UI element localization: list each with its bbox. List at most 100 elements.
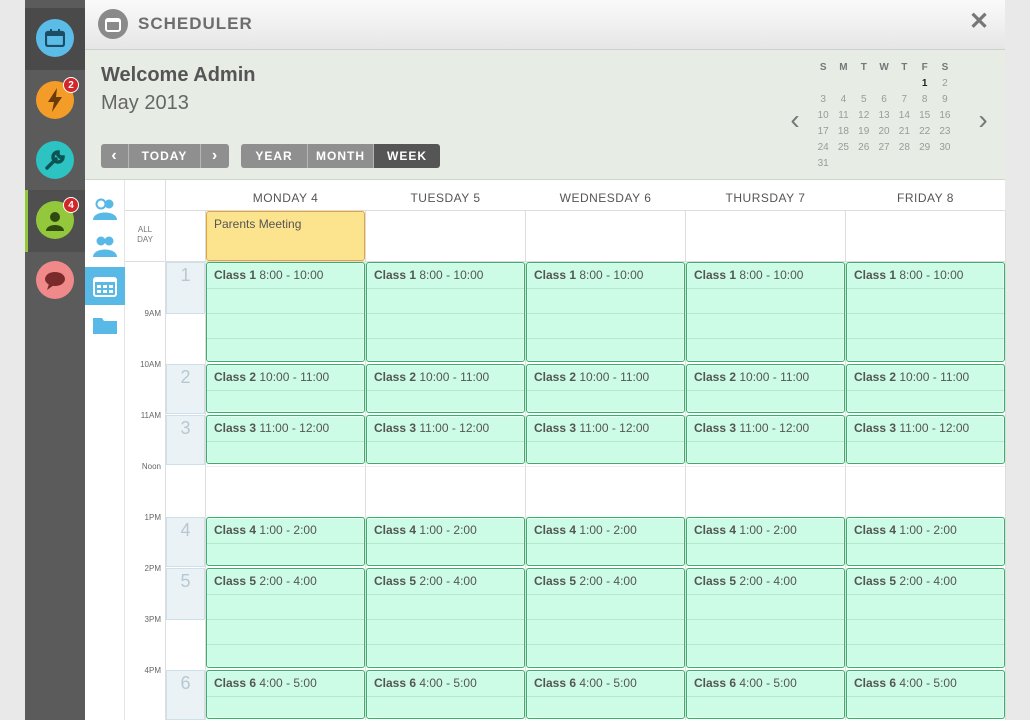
today-button[interactable]: TODAY bbox=[129, 144, 201, 168]
class-event[interactable]: Class 2 10:00 - 11:00 bbox=[366, 364, 525, 413]
event-slot-line bbox=[207, 644, 364, 645]
class-event[interactable]: Class 4 1:00 - 2:00 bbox=[206, 517, 365, 566]
prev-week-button[interactable]: ‹ bbox=[101, 144, 129, 168]
class-event[interactable]: Class 5 2:00 - 4:00 bbox=[526, 568, 685, 668]
folder-icon[interactable] bbox=[85, 306, 125, 344]
wrench-icon bbox=[36, 141, 74, 179]
mini-cal-day[interactable]: 20 bbox=[874, 124, 894, 140]
event-slot-line bbox=[367, 644, 524, 645]
class-event[interactable]: Class 1 8:00 - 10:00 bbox=[366, 262, 525, 362]
mini-cal-day[interactable]: 22 bbox=[914, 124, 934, 140]
class-event[interactable]: Class 4 1:00 - 2:00 bbox=[366, 517, 525, 566]
class-event[interactable]: Class 3 11:00 - 12:00 bbox=[366, 415, 525, 464]
mini-cal-day[interactable]: 3 bbox=[813, 92, 833, 108]
class-event[interactable]: Class 6 4:00 - 5:00 bbox=[686, 670, 845, 719]
mini-cal-day[interactable]: 30 bbox=[935, 140, 955, 156]
class-event[interactable]: Class 2 10:00 - 11:00 bbox=[206, 364, 365, 413]
class-event[interactable]: Class 3 11:00 - 12:00 bbox=[846, 415, 1005, 464]
rail-item-calendar[interactable] bbox=[25, 8, 85, 70]
next-week-button[interactable]: › bbox=[201, 144, 229, 168]
mini-cal-day[interactable]: 7 bbox=[894, 92, 914, 108]
event-slot-line bbox=[527, 338, 684, 339]
class-event[interactable]: Class 1 8:00 - 10:00 bbox=[846, 262, 1005, 362]
class-event[interactable]: Class 5 2:00 - 4:00 bbox=[846, 568, 1005, 668]
users-badge: 4 bbox=[63, 197, 79, 213]
mini-cal-day[interactable]: 25 bbox=[833, 140, 853, 156]
mini-cal-day[interactable]: 2 bbox=[935, 76, 955, 92]
mini-cal-day[interactable]: 26 bbox=[854, 140, 874, 156]
teacher-group-icon[interactable] bbox=[85, 227, 125, 265]
mini-cal-day[interactable]: 8 bbox=[914, 92, 934, 108]
mini-cal-next-icon[interactable]: › bbox=[973, 104, 993, 136]
class-event[interactable]: Class 2 10:00 - 11:00 bbox=[846, 364, 1005, 413]
rail-item-users[interactable]: 4 bbox=[25, 190, 85, 252]
mini-cal-day[interactable]: 31 bbox=[813, 156, 833, 172]
class-event[interactable]: Class 4 1:00 - 2:00 bbox=[846, 517, 1005, 566]
mini-cal-day[interactable]: 15 bbox=[914, 108, 934, 124]
class-event[interactable]: Class 6 4:00 - 5:00 bbox=[526, 670, 685, 719]
mini-cal-week-row: 3456789 bbox=[813, 92, 965, 108]
hour-line bbox=[205, 466, 1005, 467]
rail-item-chat[interactable] bbox=[25, 250, 85, 312]
event-slot-line bbox=[367, 695, 524, 697]
mini-cal-day[interactable]: 10 bbox=[813, 108, 833, 124]
rail-item-tools[interactable] bbox=[25, 130, 85, 192]
class-time: 11:00 - 12:00 bbox=[579, 421, 650, 435]
class-event[interactable]: Class 1 8:00 - 10:00 bbox=[686, 262, 845, 362]
day-header[interactable]: MONDAY 4 bbox=[206, 191, 365, 205]
mini-cal-day[interactable]: 27 bbox=[874, 140, 894, 156]
rail-item-alerts[interactable]: 2 bbox=[25, 70, 85, 132]
mini-cal-day[interactable]: 29 bbox=[914, 140, 934, 156]
class-event[interactable]: Class 1 8:00 - 10:00 bbox=[526, 262, 685, 362]
mini-cal-prev-icon[interactable]: ‹ bbox=[785, 104, 805, 136]
class-event[interactable]: Class 6 4:00 - 5:00 bbox=[846, 670, 1005, 719]
class-event[interactable]: Class 2 10:00 - 11:00 bbox=[686, 364, 845, 413]
mini-cal-day[interactable]: 19 bbox=[854, 124, 874, 140]
class-name: Class 1 bbox=[214, 268, 257, 282]
month-view-button[interactable]: MONTH bbox=[308, 144, 374, 168]
mini-cal-day[interactable]: 24 bbox=[813, 140, 833, 156]
all-day-event[interactable]: Parents Meeting bbox=[206, 211, 365, 261]
mini-cal-day[interactable]: 23 bbox=[935, 124, 955, 140]
day-header[interactable]: WEDNESDAY 6 bbox=[526, 191, 685, 205]
class-event[interactable]: Class 1 8:00 - 10:00 bbox=[206, 262, 365, 362]
mini-cal-day[interactable]: 1 bbox=[914, 76, 934, 92]
mini-cal-day[interactable]: 4 bbox=[833, 92, 853, 108]
close-icon[interactable]: ✕ bbox=[967, 10, 991, 34]
mini-cal-day[interactable]: 13 bbox=[874, 108, 894, 124]
class-event[interactable]: Class 2 10:00 - 11:00 bbox=[526, 364, 685, 413]
day-header[interactable]: THURSDAY 7 bbox=[686, 191, 845, 205]
class-event[interactable]: Class 5 2:00 - 4:00 bbox=[366, 568, 525, 668]
class-event[interactable]: Class 5 2:00 - 4:00 bbox=[206, 568, 365, 668]
mini-cal-day[interactable]: 12 bbox=[854, 108, 874, 124]
class-event[interactable]: Class 3 11:00 - 12:00 bbox=[686, 415, 845, 464]
mini-cal-day[interactable]: 18 bbox=[833, 124, 853, 140]
calendar-grid-icon[interactable] bbox=[85, 267, 125, 305]
event-slot-line bbox=[847, 542, 1004, 544]
class-event[interactable]: Class 6 4:00 - 5:00 bbox=[206, 670, 365, 719]
mini-cal-day[interactable]: 14 bbox=[894, 108, 914, 124]
mini-cal-day[interactable]: 9 bbox=[935, 92, 955, 108]
mini-cal-day[interactable]: 6 bbox=[874, 92, 894, 108]
class-name: Class 4 bbox=[854, 523, 897, 537]
class-name: Class 2 bbox=[374, 370, 417, 384]
mini-cal-day[interactable]: 17 bbox=[813, 124, 833, 140]
class-event[interactable]: Class 4 1:00 - 2:00 bbox=[526, 517, 685, 566]
student-group-icon[interactable] bbox=[85, 190, 125, 228]
day-header[interactable]: TUESDAY 5 bbox=[366, 191, 525, 205]
day-header[interactable]: FRIDAY 8 bbox=[846, 191, 1005, 205]
class-event[interactable]: Class 4 1:00 - 2:00 bbox=[686, 517, 845, 566]
mini-cal-day[interactable]: 21 bbox=[894, 124, 914, 140]
class-event[interactable]: Class 3 11:00 - 12:00 bbox=[206, 415, 365, 464]
week-view-button[interactable]: WEEK bbox=[374, 144, 440, 168]
class-time: 1:00 - 2:00 bbox=[899, 523, 957, 537]
mini-cal-day[interactable]: 5 bbox=[854, 92, 874, 108]
class-event[interactable]: Class 3 11:00 - 12:00 bbox=[526, 415, 685, 464]
class-event[interactable]: Class 6 4:00 - 5:00 bbox=[366, 670, 525, 719]
mini-cal-day[interactable]: 28 bbox=[894, 140, 914, 156]
scheduler-header: Welcome Admin May 2013 ‹ TODAY › YEAR MO… bbox=[85, 50, 1005, 180]
mini-cal-day[interactable]: 16 bbox=[935, 108, 955, 124]
mini-cal-day[interactable]: 11 bbox=[833, 108, 853, 124]
class-event[interactable]: Class 5 2:00 - 4:00 bbox=[686, 568, 845, 668]
year-view-button[interactable]: YEAR bbox=[241, 144, 308, 168]
